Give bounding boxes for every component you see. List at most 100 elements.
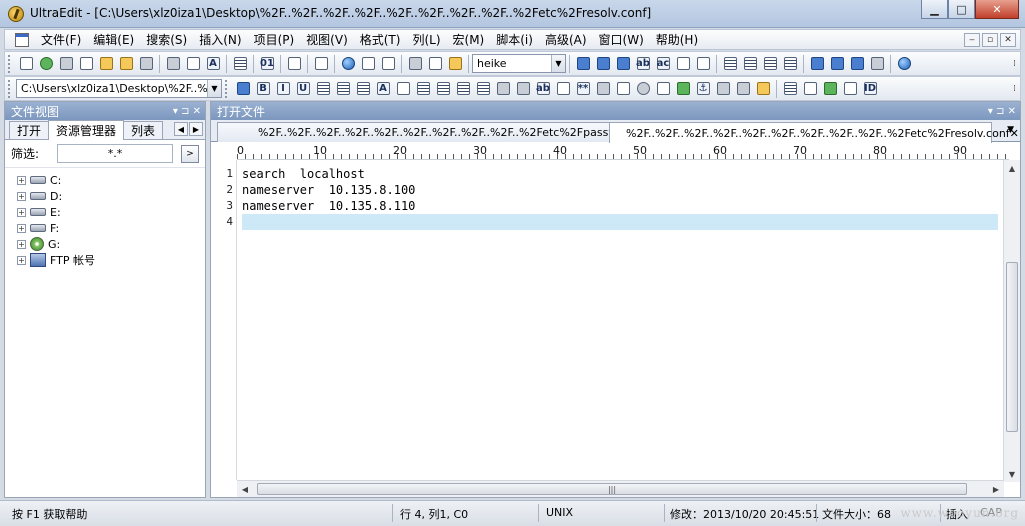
find-next-icon[interactable] <box>594 55 612 73</box>
chevron-down-icon[interactable]: ▼ <box>207 80 221 97</box>
table-properties-icon[interactable] <box>801 80 819 98</box>
maximize-button[interactable]: □ <box>948 0 975 19</box>
menu-format[interactable]: 格式(T) <box>354 31 407 48</box>
text-field-icon[interactable]: ab <box>534 80 552 98</box>
link-icon[interactable] <box>714 80 732 98</box>
minimize-button[interactable]: ▁ <box>921 0 948 19</box>
copy-icon[interactable] <box>426 55 444 73</box>
toolbar-overflow-icon[interactable]: ⁞ <box>1013 84 1016 94</box>
toolbar-grip[interactable] <box>8 79 12 98</box>
panel-controls[interactable]: ▾ ⊐ ✕ <box>988 106 1016 117</box>
menu-script[interactable]: 脚本(i) <box>490 31 539 48</box>
copy-page-icon[interactable] <box>674 55 692 73</box>
ultraedit-app-icon[interactable] <box>8 6 24 22</box>
filter-input[interactable]: *.* <box>57 144 173 163</box>
replace-icon[interactable]: ab <box>634 55 652 73</box>
panel-controls[interactable]: ▾ ⊐ ✕ <box>173 106 201 117</box>
save-icon[interactable] <box>137 55 155 73</box>
clipboard-icon[interactable] <box>285 55 303 73</box>
toolbar-grip[interactable] <box>8 54 12 73</box>
bold-icon[interactable]: B <box>254 80 272 98</box>
horizontal-scrollbar[interactable]: ◀ ||| ▶ <box>237 480 1004 497</box>
web-browser-icon[interactable] <box>339 55 357 73</box>
spell-check-icon[interactable]: A <box>204 55 222 73</box>
text-editor[interactable]: search localhost nameserver 10.135.8.100… <box>242 160 1000 480</box>
italic-icon[interactable]: I <box>274 80 292 98</box>
chevron-right-icon[interactable]: ▶ <box>189 122 203 136</box>
path-combo[interactable]: C:\Users\xlz0iza1\Desktop\%2F..%2 ▼ <box>16 79 222 98</box>
split-vertical-icon[interactable] <box>828 55 846 73</box>
new-file-icon[interactable] <box>17 55 35 73</box>
align-right-html-icon[interactable] <box>454 80 472 98</box>
menu-macro[interactable]: 宏(M) <box>447 31 491 48</box>
back-arrow-icon[interactable] <box>37 55 55 73</box>
chevron-down-icon[interactable]: ▼ <box>551 55 565 72</box>
chevron-left-icon[interactable]: ◀ <box>174 122 188 136</box>
align-left-icon[interactable] <box>721 55 739 73</box>
anchor-icon[interactable]: ⚓ <box>694 80 712 98</box>
menu-search[interactable]: 搜索(S) <box>140 31 193 48</box>
tile-windows-icon[interactable] <box>868 55 886 73</box>
font-icon[interactable]: A <box>374 80 392 98</box>
vertical-scrollbar[interactable]: ▲ ▼ <box>1003 160 1020 482</box>
expand-icon[interactable]: + <box>17 239 26 249</box>
menu-edit[interactable]: 编辑(E) <box>87 31 140 48</box>
tab-list[interactable]: 列表 <box>123 121 164 139</box>
table-icon[interactable] <box>781 80 799 98</box>
scroll-left-icon[interactable]: ◀ <box>237 481 253 497</box>
expand-icon[interactable]: + <box>17 175 26 185</box>
tab-list-dropdown-icon[interactable]: ▼ <box>1007 125 1014 135</box>
find-in-files-icon[interactable] <box>614 55 632 73</box>
scroll-up-icon[interactable]: ▲ <box>1004 160 1020 176</box>
mdi-close-button[interactable]: ✕ <box>1000 32 1016 47</box>
justify-icon[interactable] <box>781 55 799 73</box>
expand-icon[interactable]: + <box>17 223 26 233</box>
toolbar-grip[interactable] <box>225 79 229 98</box>
blank-page-icon[interactable] <box>312 55 330 73</box>
tree-item-f-drive[interactable]: + F: <box>5 220 205 236</box>
print-icon[interactable] <box>164 55 182 73</box>
menu-column[interactable]: 列(L) <box>406 31 446 48</box>
edit-style-icon[interactable] <box>394 80 412 98</box>
mdi-restore-button[interactable]: ▫ <box>982 32 998 47</box>
tree-item-ftp-accounts[interactable]: + FTP 帐号 <box>5 252 205 268</box>
paragraph-icon[interactable] <box>314 80 332 98</box>
id-attribute-icon[interactable]: ID <box>861 80 879 98</box>
status-line-ending[interactable]: UNIX <box>546 506 573 519</box>
tree-item-g-drive[interactable]: + G: <box>5 236 205 252</box>
align-justify-html-icon[interactable] <box>474 80 492 98</box>
text-area-icon[interactable] <box>554 80 572 98</box>
menu-advanced[interactable]: 高级(A) <box>539 31 593 48</box>
code-line[interactable]: nameserver 10.135.8.110 <box>242 198 415 214</box>
open-folder-icon[interactable] <box>97 55 115 73</box>
tree-item-c-drive[interactable]: + C: <box>5 172 205 188</box>
comment-icon[interactable] <box>841 80 859 98</box>
page-setup-icon[interactable] <box>694 55 712 73</box>
align-center-icon[interactable] <box>741 55 759 73</box>
paste-icon[interactable] <box>446 55 464 73</box>
tree-item-e-drive[interactable]: + E: <box>5 204 205 220</box>
password-field-icon[interactable]: ** <box>574 80 592 98</box>
tree-item-d-drive[interactable]: + D: <box>5 188 205 204</box>
code-line[interactable]: search localhost <box>242 166 365 182</box>
align-center-html-icon[interactable] <box>434 80 452 98</box>
tab-resolv-conf-file[interactable]: %2F..%2F..%2F..%2F..%2F..%2F..%2F..%2F..… <box>609 122 1019 143</box>
align-right-icon[interactable] <box>761 55 779 73</box>
checkbox-icon[interactable] <box>614 80 632 98</box>
horizontal-scroll-thumb[interactable]: ||| <box>257 483 967 495</box>
page-copy-icon[interactable] <box>379 55 397 73</box>
form-icon[interactable] <box>494 80 512 98</box>
split-horizontal-icon[interactable] <box>808 55 826 73</box>
print-preview-icon[interactable] <box>184 55 202 73</box>
expand-icon[interactable]: + <box>17 207 26 217</box>
tab-passwd-file[interactable]: %2F..%2F..%2F..%2F..%2F..%2F..%2F..%2F..… <box>217 122 624 142</box>
tab-open[interactable]: 打开 <box>9 121 50 139</box>
vertical-scroll-thumb[interactable] <box>1006 262 1018 432</box>
select-box-icon[interactable] <box>654 80 672 98</box>
email-link-icon[interactable] <box>734 80 752 98</box>
search-combo[interactable]: heike ▼ <box>472 54 566 73</box>
replace-in-files-icon[interactable]: ac <box>654 55 672 73</box>
open-project-icon[interactable] <box>117 55 135 73</box>
scroll-right-icon[interactable]: ▶ <box>988 481 1004 497</box>
expand-icon[interactable]: + <box>17 255 26 265</box>
